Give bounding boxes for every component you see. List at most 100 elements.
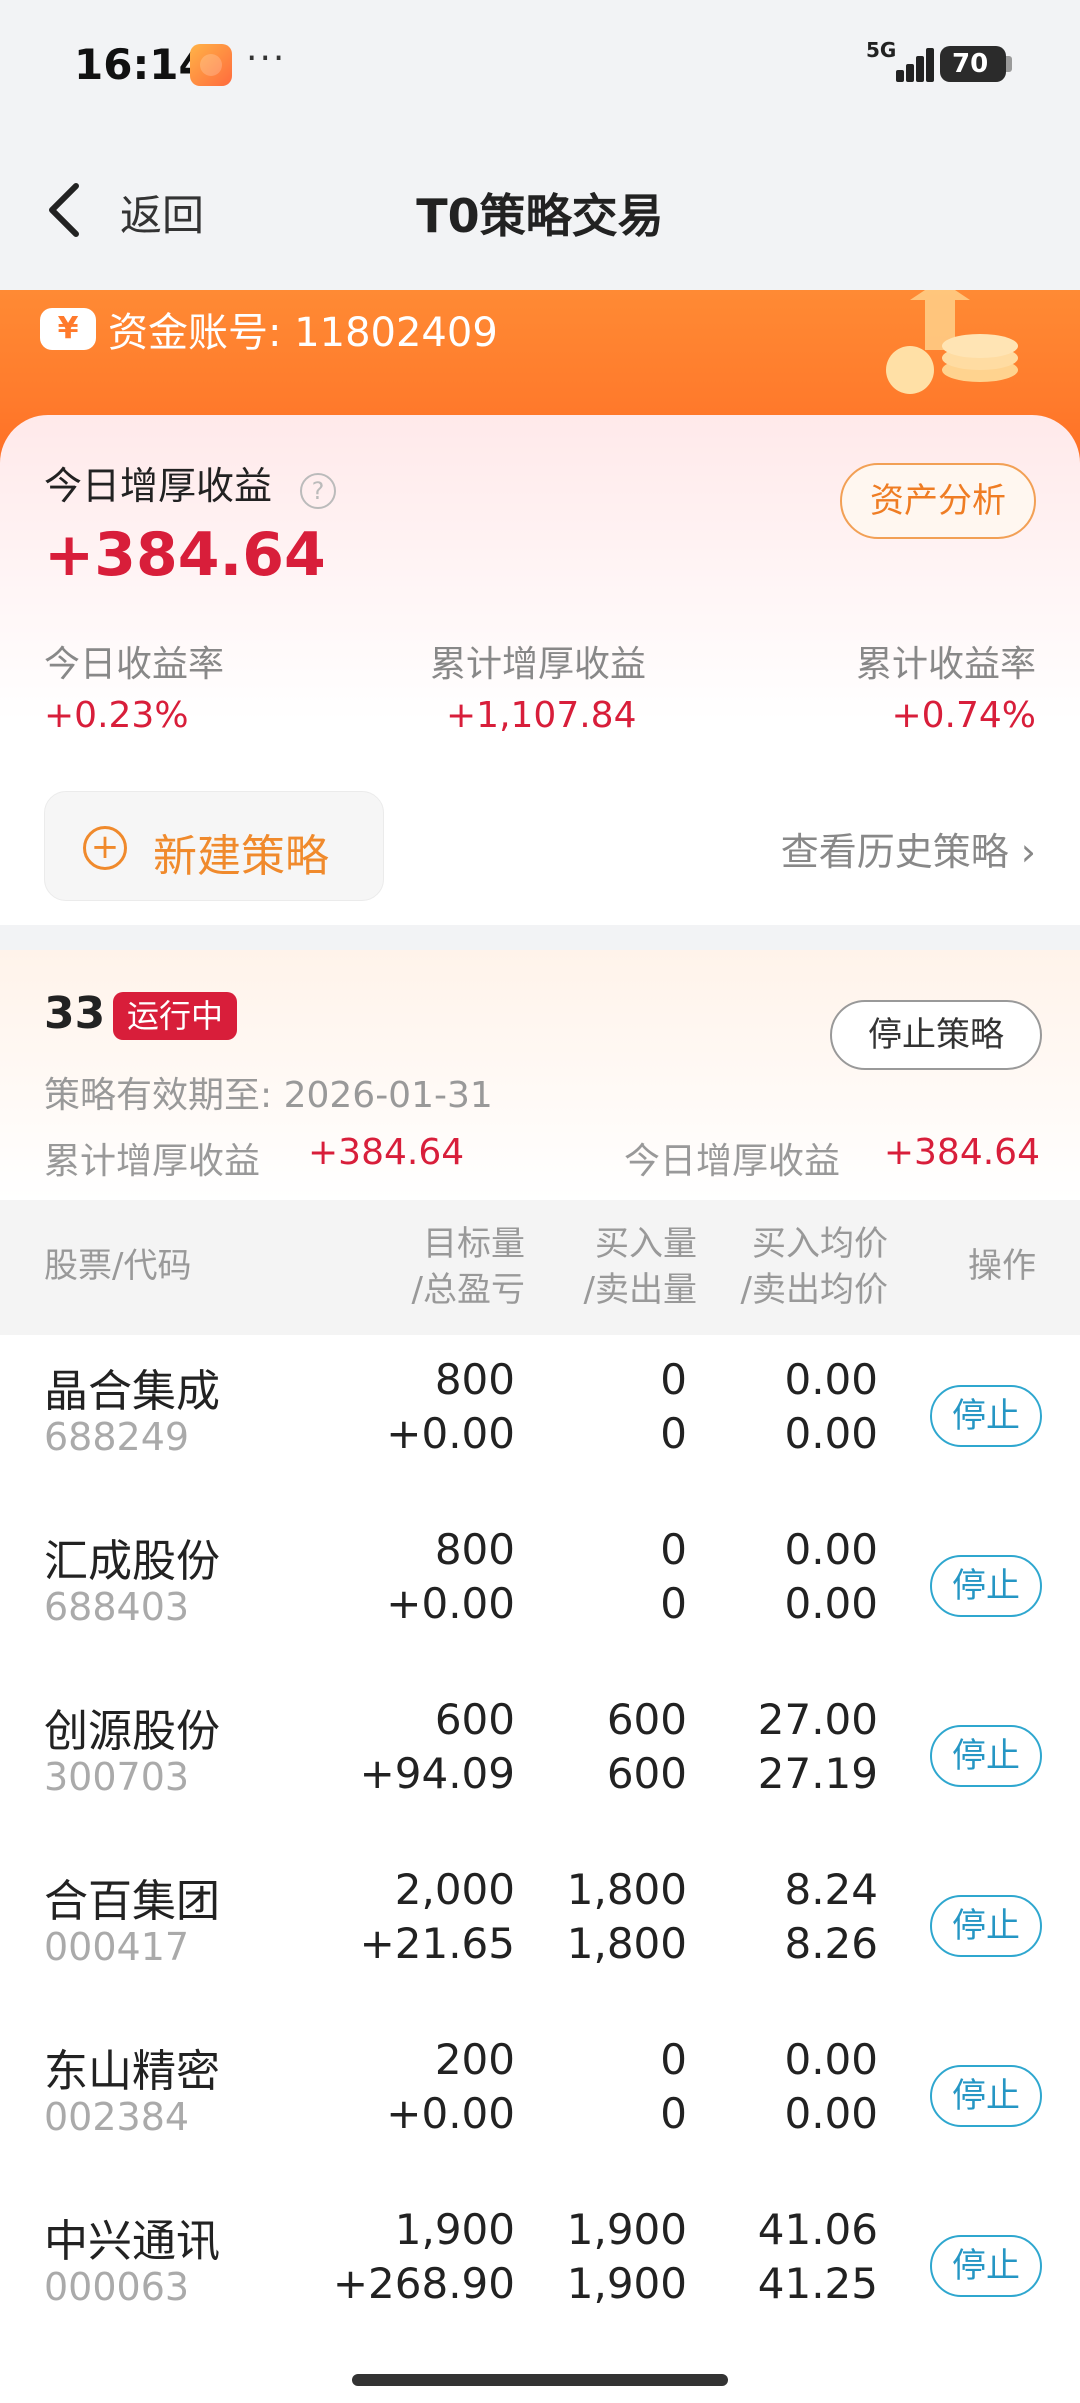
signal-icon xyxy=(888,46,936,82)
col-action: 操作 xyxy=(968,1246,1036,1286)
total-pnl: +94.09 xyxy=(359,1749,515,1798)
new-strategy-button[interactable]: + 新建策略 xyxy=(44,791,384,901)
stop-button[interactable]: 停止 xyxy=(930,2065,1042,2127)
sell-qty: 1,800 xyxy=(566,1919,687,1968)
today-return-rate-label: 今日收益率 xyxy=(44,644,225,685)
battery-icon: 70 xyxy=(940,46,1012,82)
table-row: 东山精密 002384 200 +0.00 0 0 0.00 0.00 停止 xyxy=(0,2015,1080,2185)
status-bar: 16:14 ··· 5G 70 xyxy=(0,0,1080,130)
stock-name: 汇成股份 xyxy=(44,1536,220,1587)
strategy-name: 33 xyxy=(44,988,106,1039)
table-row: 汇成股份 688403 800 +0.00 0 0 0.00 0.00 停止 xyxy=(0,1505,1080,1675)
buy-qty: 0 xyxy=(660,2035,687,2084)
total-pnl: +0.00 xyxy=(386,1579,515,1628)
account-number: 资金账号: 11802409 xyxy=(108,310,498,356)
stop-button[interactable]: 停止 xyxy=(930,1385,1042,1447)
yen-wallet-icon: ¥ xyxy=(40,308,96,350)
buy-avg-price: 41.06 xyxy=(757,2205,878,2254)
stop-button[interactable]: 停止 xyxy=(930,1555,1042,1617)
total-pnl: +0.00 xyxy=(386,1409,515,1458)
target-qty: 800 xyxy=(434,1525,515,1574)
target-qty: 1,900 xyxy=(394,2205,515,2254)
asset-analysis-button[interactable]: 资产分析 xyxy=(840,463,1036,539)
col-target-1: 目标量 xyxy=(423,1224,525,1264)
buy-avg-price: 0.00 xyxy=(784,1525,878,1574)
sell-avg-price: 27.19 xyxy=(757,1749,878,1798)
strategy-header: 33 运行中 停止策略 策略有效期至: 2026-01-31 累计增厚收益 +3… xyxy=(0,950,1080,1200)
new-strategy-label: 新建策略 xyxy=(153,831,329,882)
target-qty: 200 xyxy=(434,2035,515,2084)
col-volume-2: /卖出量 xyxy=(583,1270,697,1310)
position-list: 晶合集成 688249 800 +0.00 0 0 0.00 0.00 停止 汇… xyxy=(0,1335,1080,2403)
buy-qty: 0 xyxy=(660,1525,687,1574)
stock-code: 000417 xyxy=(44,1925,190,1969)
sell-avg-price: 0.00 xyxy=(784,2089,878,2138)
table-row: 创源股份 300703 600 +94.09 600 600 27.00 27.… xyxy=(0,1675,1080,1845)
strategy-cumulative-label: 累计增厚收益 xyxy=(44,1141,261,1182)
stop-button[interactable]: 停止 xyxy=(930,2235,1042,2297)
nav-bar: 返回 T0策略交易 xyxy=(0,130,1080,290)
app-notification-icon xyxy=(190,44,232,86)
table-header: 股票/代码 目标量 /总盈亏 买入量 /卖出量 买入均价 /卖出均价 操作 xyxy=(0,1200,1080,1335)
sell-qty: 0 xyxy=(660,1579,687,1628)
col-stock: 股票/代码 xyxy=(44,1246,192,1286)
more-notifications-icon: ··· xyxy=(246,38,287,79)
buy-avg-price: 8.24 xyxy=(784,1865,878,1914)
total-pnl: +268.90 xyxy=(332,2259,515,2308)
total-pnl: +0.00 xyxy=(386,2089,515,2138)
sell-avg-price: 41.25 xyxy=(757,2259,878,2308)
home-indicator[interactable] xyxy=(352,2374,728,2386)
stock-name: 中兴通讯 xyxy=(44,2216,220,2267)
buy-qty: 1,900 xyxy=(566,2205,687,2254)
sell-qty: 0 xyxy=(660,1409,687,1458)
stock-name: 创源股份 xyxy=(44,1706,220,1757)
stop-button[interactable]: 停止 xyxy=(930,1895,1042,1957)
table-row: 中兴通讯 000063 1,900 +268.90 1,900 1,900 41… xyxy=(0,2185,1080,2355)
page-title: T0策略交易 xyxy=(416,189,664,243)
strategy-today-value: +384.64 xyxy=(883,1132,1040,1173)
stock-code: 688249 xyxy=(44,1415,190,1459)
stop-button[interactable]: 停止 xyxy=(930,1725,1042,1787)
help-icon[interactable]: ? xyxy=(300,473,336,509)
history-strategy-link[interactable]: 查看历史策略 › xyxy=(781,821,1036,876)
status-time: 16:14 xyxy=(74,40,208,89)
strategy-cumulative-value: +384.64 xyxy=(308,1132,465,1173)
sell-qty: 1,900 xyxy=(566,2259,687,2308)
sell-avg-price: 0.00 xyxy=(784,1409,878,1458)
table-row: 合百集团 000417 2,000 +21.65 1,800 1,800 8.2… xyxy=(0,1845,1080,2015)
col-price-1: 买入均价 xyxy=(752,1224,888,1264)
sell-avg-price: 8.26 xyxy=(784,1919,878,1968)
summary-card: 今日增厚收益 ? +384.64 资产分析 今日收益率 累计增厚收益 累计收益率… xyxy=(0,415,1080,925)
buy-avg-price: 27.00 xyxy=(757,1695,878,1744)
target-qty: 600 xyxy=(434,1695,515,1744)
stock-name: 晶合集成 xyxy=(44,1366,220,1417)
strategy-today-label: 今日增厚收益 xyxy=(624,1141,841,1182)
history-strategy-label: 查看历史策略 xyxy=(780,830,1009,874)
sell-avg-price: 0.00 xyxy=(784,1579,878,1628)
col-price-2: /卖出均价 xyxy=(740,1270,888,1310)
sell-qty: 600 xyxy=(606,1749,687,1798)
buy-qty: 0 xyxy=(660,1355,687,1404)
today-return-rate-value: +0.23% xyxy=(44,695,189,736)
cumulative-income-value: +1,107.84 xyxy=(446,695,637,736)
stop-strategy-button[interactable]: 停止策略 xyxy=(830,1000,1042,1070)
table-row: 晶合集成 688249 800 +0.00 0 0 0.00 0.00 停止 xyxy=(0,1335,1080,1505)
col-volume-1: 买入量 xyxy=(595,1224,697,1264)
coin-arrow-decoration-icon xyxy=(886,290,1018,394)
buy-avg-price: 0.00 xyxy=(784,1355,878,1404)
buy-qty: 600 xyxy=(606,1695,687,1744)
stock-code: 300703 xyxy=(44,1755,190,1799)
buy-qty: 1,800 xyxy=(566,1865,687,1914)
total-pnl: +21.65 xyxy=(359,1919,515,1968)
stock-code: 002384 xyxy=(44,2095,190,2139)
plus-circle-icon: + xyxy=(83,826,127,870)
stock-name: 合百集团 xyxy=(44,1876,220,1927)
status-badge: 运行中 xyxy=(113,992,238,1040)
target-qty: 800 xyxy=(434,1355,515,1404)
sell-qty: 0 xyxy=(660,2089,687,2138)
today-income-value: +384.64 xyxy=(44,520,326,590)
cumulative-return-rate-label: 累计收益率 xyxy=(855,644,1036,685)
chevron-right-icon: › xyxy=(1008,830,1036,874)
cumulative-income-label: 累计增厚收益 xyxy=(430,644,647,685)
cumulative-return-rate-value: +0.74% xyxy=(891,695,1036,736)
